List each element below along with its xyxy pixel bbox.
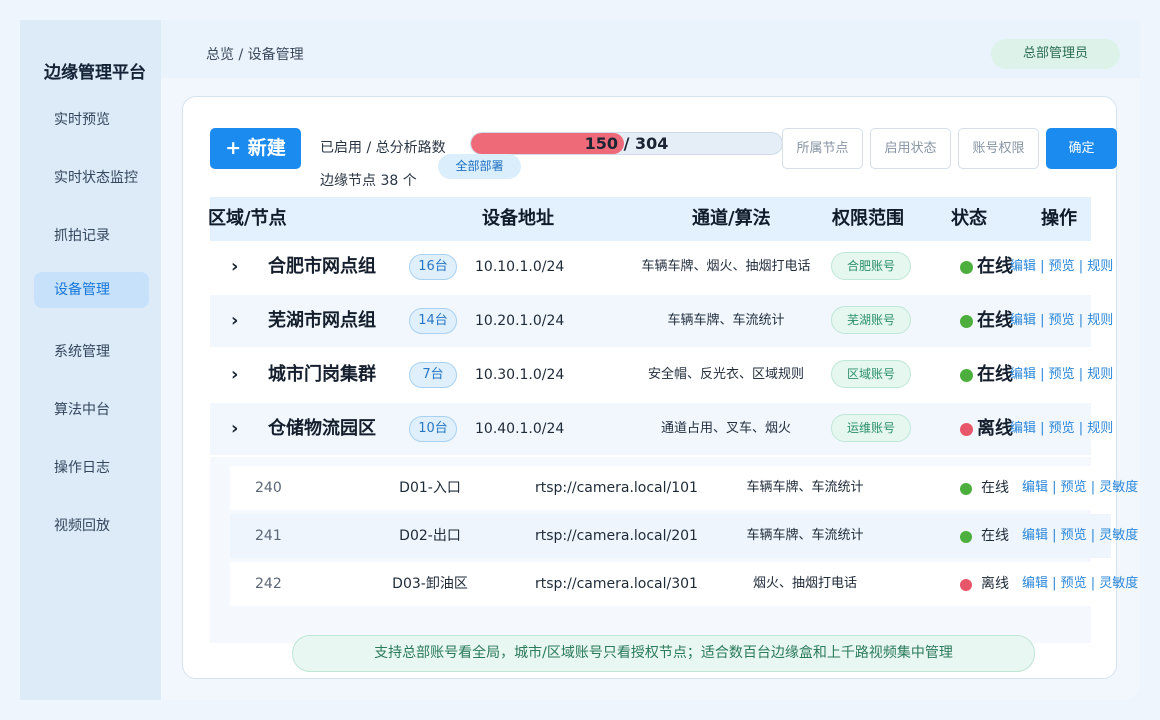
group-algorithms: 车辆车牌、烟火、抽烟打电话	[641, 259, 811, 274]
status-dot-icon	[960, 261, 973, 274]
list-item[interactable]: 241 D02-出口 rtsp://camera.local/201 车辆车牌、…	[230, 514, 1138, 558]
list-item[interactable]: 242 D03-卸油区 rtsp://camera.local/301 烟火、抽…	[230, 562, 1138, 606]
list-item[interactable]: 240 D01-入口 rtsp://camera.local/101 车辆车牌、…	[230, 466, 1138, 510]
sidebar-item-status-monitor[interactable]: 实时状态监控	[34, 160, 149, 196]
col-header-algorithm: 通道/算法	[692, 208, 771, 229]
confirm-button[interactable]: 确定	[1046, 128, 1117, 169]
group-name: 仓储物流园区	[268, 418, 376, 439]
sidebar-item-operation-log[interactable]: 操作日志	[34, 450, 149, 486]
device-count-badge: 14台	[409, 308, 457, 334]
progress-text: 150 / 304	[584, 134, 669, 153]
status-text: 在线	[977, 310, 1013, 331]
col-header-address: 设备地址	[482, 208, 554, 229]
status-text: 离线	[977, 418, 1013, 439]
table-row[interactable]: › 城市门岗集群 7台 10.30.1.0/24 安全帽、反光衣、区域规则 区域…	[210, 349, 1113, 401]
status-dot-icon	[960, 369, 973, 382]
row-actions[interactable]: 编辑 | 预览 | 灵敏度	[1022, 562, 1138, 606]
col-header-status: 状态	[951, 208, 987, 229]
table-header: 区域/节点 设备地址 通道/算法 权限范围 状态 操作	[208, 197, 1091, 241]
device-name: D01-入口	[399, 480, 461, 496]
device-algorithms: 车辆车牌、车流统计	[746, 480, 864, 495]
device-id: 241	[255, 528, 282, 544]
enabled-progress-bar: 150 / 304	[470, 132, 783, 155]
filter-permission-select[interactable]: 账号权限	[958, 128, 1039, 169]
chevron-right-icon[interactable]: ›	[231, 241, 238, 293]
status-text: 在线	[977, 256, 1013, 277]
row-actions[interactable]: 编辑 | 预览 | 规则	[1010, 241, 1113, 293]
chevron-right-icon[interactable]: ›	[231, 349, 238, 401]
group-algorithms: 安全帽、反光衣、区域规则	[647, 367, 804, 382]
stream-url: rtsp://camera.local/301	[535, 576, 698, 592]
group-name: 城市门岗集群	[268, 364, 376, 385]
status-dot-icon	[960, 483, 972, 495]
status-dot-icon	[960, 423, 973, 436]
scope-chip[interactable]: 全部部署	[438, 154, 521, 179]
row-actions[interactable]: 编辑 | 预览 | 灵敏度	[1022, 466, 1138, 510]
new-button[interactable]: + 新建	[210, 128, 301, 169]
enabled-total-label: 已启用 / 总分析路数	[320, 140, 446, 156]
sidebar-item-live-preview[interactable]: 实时预览	[34, 102, 149, 138]
sidebar-item-device-management[interactable]: 设备管理	[34, 272, 149, 308]
chevron-right-icon[interactable]: ›	[231, 403, 238, 455]
status-text: 在线	[977, 364, 1013, 385]
col-header-permission: 权限范围	[832, 208, 904, 229]
device-algorithms: 车辆车牌、车流统计	[746, 528, 864, 543]
group-address: 10.10.1.0/24	[475, 259, 565, 275]
device-count-badge: 10台	[409, 416, 457, 442]
status-text: 在线	[981, 480, 1009, 496]
row-actions[interactable]: 编辑 | 预览 | 灵敏度	[1022, 514, 1138, 558]
device-algorithms: 烟火、抽烟打电话	[752, 576, 857, 591]
role-badge[interactable]: 总部管理员	[991, 39, 1120, 69]
permission-badge: 芜湖账号	[831, 306, 911, 334]
group-address: 10.20.1.0/24	[475, 313, 565, 329]
group-address: 10.30.1.0/24	[475, 367, 565, 383]
breadcrumb: 总览 / 设备管理	[206, 47, 304, 63]
col-header-actions: 操作	[1041, 208, 1077, 229]
device-name: D03-卸油区	[392, 576, 468, 592]
device-id: 240	[255, 480, 282, 496]
group-algorithms: 通道占用、叉车、烟火	[660, 421, 791, 436]
sidebar-item-system-management[interactable]: 系统管理	[34, 334, 149, 370]
permission-badge: 合肥账号	[831, 252, 911, 280]
device-id: 242	[255, 576, 282, 592]
sidebar-item-snapshots[interactable]: 抓拍记录	[34, 218, 149, 254]
group-name: 芜湖市网点组	[268, 310, 376, 331]
col-header-region: 区域/节点	[208, 208, 287, 229]
sidebar-item-video-playback[interactable]: 视频回放	[34, 508, 149, 544]
device-count-badge: 16台	[409, 254, 457, 280]
group-algorithms: 车辆车牌、车流统计	[667, 313, 785, 328]
info-banner: 支持总部账号看全局，城市/区域账号只看授权节点；适合数百台边缘盒和上千路视频集中…	[292, 635, 1035, 672]
status-dot-icon	[960, 579, 972, 591]
row-actions[interactable]: 编辑 | 预览 | 规则	[1010, 295, 1113, 347]
status-text: 离线	[981, 576, 1009, 592]
device-count-badge: 7台	[409, 362, 457, 388]
row-actions[interactable]: 编辑 | 预览 | 规则	[1010, 403, 1113, 455]
row-actions[interactable]: 编辑 | 预览 | 规则	[1010, 349, 1113, 401]
sidebar-item-algorithm-center[interactable]: 算法中台	[34, 392, 149, 428]
status-dot-icon	[960, 531, 972, 543]
chevron-right-icon[interactable]: ›	[231, 295, 238, 347]
sidebar: 边缘管理平台 实时预览 实时状态监控 抓拍记录 设备管理 系统管理 算法中台 操…	[20, 20, 161, 700]
group-name: 合肥市网点组	[268, 256, 376, 277]
permission-badge: 运维账号	[831, 414, 911, 442]
stream-url: rtsp://camera.local/201	[535, 528, 698, 544]
status-dot-icon	[960, 315, 973, 328]
group-address: 10.40.1.0/24	[475, 421, 565, 437]
status-text: 在线	[981, 528, 1009, 544]
stream-url: rtsp://camera.local/101	[535, 480, 698, 496]
table-row[interactable]: › 芜湖市网点组 14台 10.20.1.0/24 车辆车牌、车流统计 芜湖账号…	[210, 295, 1113, 347]
app-title: 边缘管理平台	[44, 63, 146, 83]
device-name: D02-出口	[399, 528, 461, 544]
edge-node-count: 边缘节点 38 个	[320, 173, 417, 189]
permission-badge: 区域账号	[831, 360, 911, 388]
filter-node-select[interactable]: 所属节点	[782, 128, 863, 169]
top-bar: 总览 / 设备管理 总部管理员	[161, 20, 1140, 78]
filter-status-select[interactable]: 启用状态	[870, 128, 951, 169]
table-row[interactable]: › 合肥市网点组 16台 10.10.1.0/24 车辆车牌、烟火、抽烟打电话 …	[210, 241, 1113, 293]
table-row[interactable]: › 仓储物流园区 10台 10.40.1.0/24 通道占用、叉车、烟火 运维账…	[210, 403, 1113, 455]
